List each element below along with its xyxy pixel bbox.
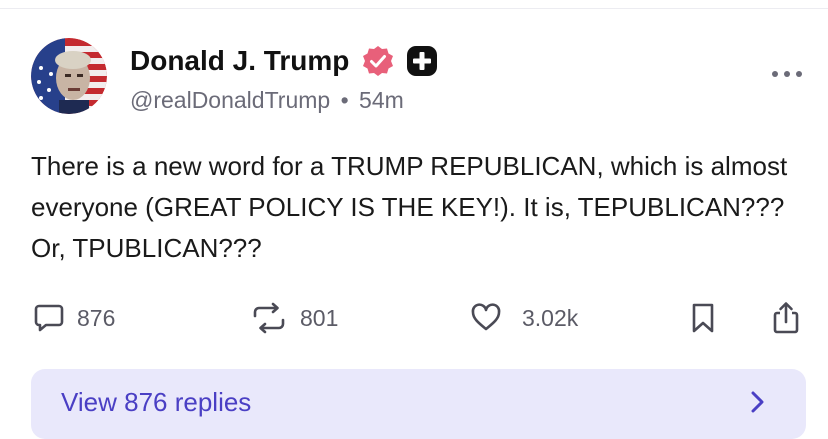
avatar-image bbox=[31, 38, 107, 114]
post-timestamp[interactable]: 54m bbox=[359, 87, 404, 113]
share-icon bbox=[773, 302, 799, 334]
more-dots-icon bbox=[772, 71, 802, 77]
repost-button[interactable]: 801 bbox=[250, 300, 338, 336]
heart-icon bbox=[471, 303, 501, 331]
post-card: Donald J. Trump @realDonaldTrump • 54m T… bbox=[0, 0, 828, 439]
view-replies-label: View 876 replies bbox=[61, 387, 252, 417]
like-count: 3.02k bbox=[522, 304, 579, 331]
more-options-button[interactable] bbox=[770, 62, 804, 86]
author-handle[interactable]: @realDonaldTrump bbox=[130, 87, 330, 113]
meta-separator: • bbox=[340, 87, 349, 113]
view-replies-button[interactable]: View 876 replies bbox=[31, 369, 806, 439]
bookmark-icon bbox=[692, 303, 714, 333]
verified-badge-icon bbox=[361, 44, 395, 78]
repost-icon bbox=[253, 302, 285, 334]
like-button[interactable]: 3.02k bbox=[470, 300, 578, 336]
share-button[interactable] bbox=[772, 300, 800, 336]
post-text: There is a new word for a TRUMP REPUBLIC… bbox=[31, 151, 788, 263]
chevron-right-icon bbox=[751, 391, 764, 413]
reply-count: 876 bbox=[77, 304, 116, 331]
repost-count: 801 bbox=[300, 304, 339, 331]
bookmark-button[interactable] bbox=[690, 300, 716, 336]
reply-button[interactable]: 876 bbox=[33, 300, 115, 336]
plus-badge-icon bbox=[406, 45, 438, 77]
author-name[interactable]: Donald J. Trump bbox=[130, 45, 349, 77]
avatar[interactable] bbox=[31, 38, 107, 114]
comment-icon bbox=[34, 304, 64, 332]
author-meta: @realDonaldTrump • 54m bbox=[130, 87, 404, 114]
